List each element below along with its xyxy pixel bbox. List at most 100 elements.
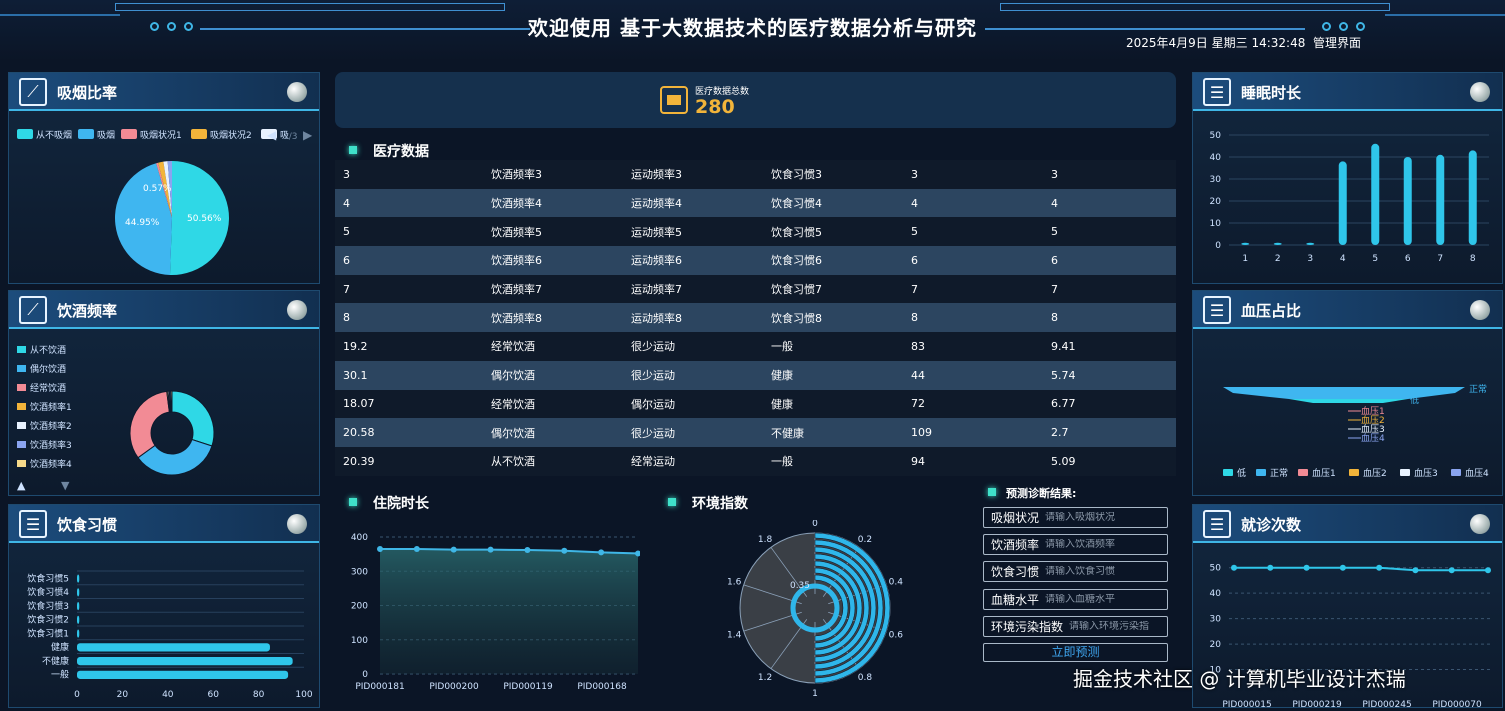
table-cell: 4 [911, 196, 918, 210]
y-tick: 300 [351, 567, 368, 577]
legend-swatch [191, 129, 207, 139]
table-cell: 饮食习惯4 [771, 197, 822, 211]
x-tick: 3 [1307, 254, 1313, 264]
table-cell: 94 [911, 454, 925, 468]
diet-panel-title: 饮食习惯 [57, 516, 118, 534]
legend-swatch [17, 403, 26, 410]
angle-tick: 1.4 [727, 630, 742, 640]
legend-swatch [17, 441, 26, 448]
legend-next-icon: ▶ [303, 128, 313, 142]
angle-tick: 0.6 [889, 630, 904, 640]
table-cell: 健康 [771, 397, 793, 411]
panel-knob-icon[interactable] [287, 514, 307, 534]
x-tick: PID000245 [1362, 700, 1411, 709]
legend-swatch [17, 129, 33, 139]
bp-panel-title: 血压占比 [1241, 302, 1302, 320]
list-icon: ☰ [1203, 296, 1231, 324]
medical-title: 医疗数据 [373, 144, 429, 160]
pollution-input[interactable] [1069, 621, 1167, 632]
y-tick: 健康 [51, 641, 69, 653]
table-cell: 很少运动 [631, 426, 675, 440]
y-tick: 20 [1210, 197, 1222, 207]
env-polar-chart: 0 0.2 0.4 0.6 0.8 1 1.2 1.4 1.6 1.8 0.35 [727, 520, 904, 699]
table-cell: 9.41 [1051, 339, 1076, 353]
table-cell: 很少运动 [631, 340, 675, 354]
y-tick: 0 [362, 670, 368, 680]
smoking-field-label: 吸烟状况 [991, 511, 1040, 525]
legend-swatch [1451, 469, 1461, 476]
angle-tick: 0.4 [889, 578, 904, 588]
panel-knob-icon[interactable] [287, 82, 307, 102]
angle-tick: 1.8 [758, 535, 773, 545]
diet-input[interactable] [1045, 566, 1167, 577]
panel-knob-icon[interactable] [1470, 300, 1490, 320]
bar [1338, 161, 1347, 245]
table-cell: 3 [911, 167, 918, 181]
table-cell: 6.77 [1051, 397, 1076, 411]
data-point [1339, 564, 1346, 571]
datetime: 2025年4月9日 星期三 14:32:48 管理界面 [1126, 34, 1361, 51]
drinking-field-label: 饮酒频率 [991, 538, 1040, 552]
angle-tick: 0.2 [858, 535, 872, 545]
panel-knob-icon[interactable] [1470, 514, 1490, 534]
table-row: 3 饮酒频率3 运动频率3 饮食习惯3 3 3 [335, 160, 1176, 189]
panel-knob-icon[interactable] [287, 300, 307, 320]
legend-prev-icon: ◀ [267, 128, 277, 142]
data-point [561, 547, 568, 554]
panel-knob-icon[interactable] [1470, 82, 1490, 102]
y-tick: 40 [1210, 153, 1222, 163]
donut-slice [129, 390, 170, 459]
glucose-input[interactable] [1045, 594, 1167, 605]
legend-label: 血压3 [1414, 467, 1438, 479]
x-tick: 1 [1242, 254, 1248, 264]
legend-page: 1/3 [283, 132, 297, 142]
table-cell: 偶尔饮酒 [491, 426, 535, 440]
bar [1241, 242, 1250, 245]
y-tick: 饮食习惯1 [27, 627, 69, 639]
legend-label: 吸烟状况2 [210, 129, 252, 141]
table-cell: 一般 [771, 455, 793, 469]
legend-label: 从不吸烟 [36, 129, 72, 141]
table-row: 18.07 经常饮酒 偶尔运动 健康 72 6.77 [335, 389, 1176, 419]
table-cell: 8 [1051, 311, 1058, 325]
table-cell: 运动频率6 [631, 254, 682, 268]
y-tick: 不健康 [42, 655, 69, 667]
y-tick: 30 [1210, 615, 1222, 625]
x-tick: 5 [1372, 254, 1378, 264]
table-cell: 30.1 [343, 368, 368, 382]
bar [77, 643, 270, 652]
legend-swatch [1223, 469, 1233, 476]
table-cell: 7 [911, 282, 918, 296]
x-tick: 40 [162, 690, 174, 700]
header-frame-left [115, 3, 505, 11]
diet-field: 饮食习惯 [983, 561, 1168, 582]
admin-link[interactable]: 管理界面 [1313, 36, 1361, 50]
data-point [1376, 564, 1383, 571]
legend-swatch [17, 365, 26, 372]
angle-tick: 1.2 [758, 673, 772, 683]
predict-button[interactable]: 立即预测 [983, 643, 1168, 662]
bp-panel-header: ☰ 血压占比 [1193, 291, 1502, 329]
x-tick: PID000119 [503, 682, 553, 692]
angle-tick: 1.6 [727, 578, 742, 588]
predict-title: 预测诊断结果: [1006, 487, 1077, 500]
drinking-input[interactable] [1045, 539, 1167, 550]
table-cell: 饮酒频率4 [491, 197, 542, 211]
x-tick: 6 [1405, 254, 1411, 264]
y-tick: 饮食习惯3 [27, 600, 69, 612]
smoking-input[interactable] [1045, 512, 1167, 523]
table-cell: 从不饮酒 [491, 455, 535, 469]
table-cell: 经常饮酒 [491, 397, 535, 411]
angle-tick: 0.8 [858, 673, 873, 683]
table-cell: 饮酒频率6 [491, 254, 542, 268]
data-point [1303, 564, 1310, 571]
slice-label: 50.56% [187, 214, 222, 224]
table-cell: 饮酒频率8 [491, 311, 542, 325]
header: 欢迎使用 基于大数据技术的医疗数据分析与研究 2025年4月9日 星期三 14:… [0, 0, 1505, 62]
diet-panel: ☰ 饮食习惯 0 20 40 60 80 100 饮食习惯5 饮食习惯4 饮食习惯3 饮食习惯2 饮… [8, 504, 320, 708]
data-point [377, 545, 383, 552]
table-row: 19.2 经常饮酒 很少运动 一般 83 9.41 [335, 332, 1176, 361]
legend-swatch [1256, 469, 1266, 476]
visits-panel-header: ☰ 就诊次数 [1193, 505, 1502, 543]
legend-swatch [1298, 469, 1308, 476]
